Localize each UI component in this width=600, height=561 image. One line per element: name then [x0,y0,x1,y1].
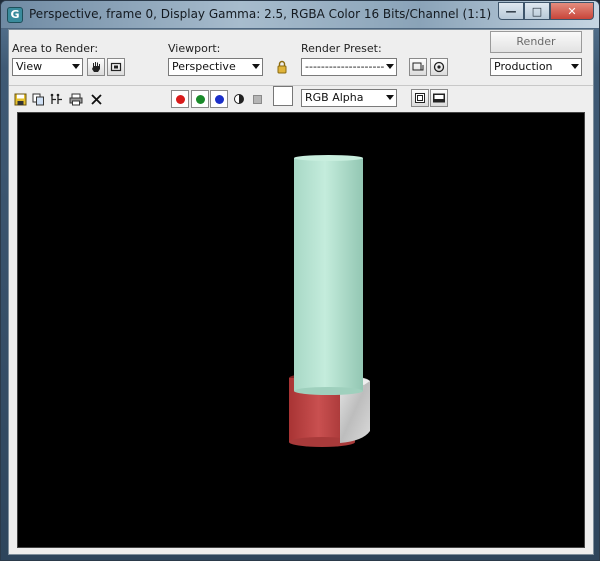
background-color-swatch[interactable] [273,86,293,106]
title-bar[interactable]: G Perspective, frame 0, Display Gamma: 2… [1,1,599,29]
chevron-down-icon [252,64,260,69]
red-channel-toggle[interactable] [171,90,189,108]
save-icon[interactable] [12,91,28,107]
rendered-scene [289,155,370,447]
render-preset-dropdown[interactable]: -------------------- [301,58,397,76]
preset-save-icon[interactable] [409,58,427,76]
chevron-down-icon [571,64,579,69]
alpha-icon[interactable] [249,91,265,107]
render-preset-value: -------------------- [305,60,385,73]
area-to-render-dropdown[interactable]: View [12,58,83,76]
channel-display-value: RGB Alpha [305,91,364,104]
blue-channel-toggle[interactable] [210,90,228,108]
channel-display-dropdown[interactable]: RGB Alpha [301,89,397,107]
toolbar-separator [9,85,593,86]
green-cylinder-bottom [294,387,363,395]
blue-channel-icon [214,94,224,104]
clear-icon[interactable] [88,91,104,107]
render-button[interactable]: Render [490,31,582,53]
viewport-value: Perspective [172,60,236,73]
window-controls: — □ ✕ [498,2,594,20]
green-channel-icon [195,94,205,104]
render-viewport[interactable] [17,112,585,548]
red-channel-icon [175,94,185,104]
production-value: Production [494,60,553,73]
area-to-render-value: View [16,60,43,73]
render-preset-label: Render Preset: [301,42,382,55]
maximize-button[interactable]: □ [524,2,550,20]
print-icon[interactable] [68,91,84,107]
render-window: G Perspective, frame 0, Display Gamma: 2… [0,0,600,561]
app-icon[interactable]: G [7,7,23,23]
display-icon[interactable] [411,89,429,107]
copy-icon[interactable] [49,91,65,107]
viewport-dropdown[interactable]: Perspective [168,58,263,76]
viewport-label: Viewport: [168,42,221,55]
green-cylinder [294,158,363,391]
chevron-down-icon [386,64,394,69]
pan-icon[interactable] [87,58,105,76]
lock-icon[interactable] [273,58,291,76]
green-channel-toggle[interactable] [191,90,209,108]
clone-icon[interactable] [30,91,46,107]
region-icon[interactable] [107,58,125,76]
production-dropdown[interactable]: Production [490,58,582,76]
minimize-button[interactable]: — [498,2,524,20]
preset-options-icon[interactable] [430,58,448,76]
window-title: Perspective, frame 0, Display Gamma: 2.5… [29,7,492,21]
green-cylinder-top [294,155,363,161]
area-to-render-label: Area to Render: [12,42,99,55]
close-button[interactable]: ✕ [550,2,594,20]
chevron-down-icon [386,95,394,100]
toggle-ui-icon[interactable] [430,89,448,107]
render-frame-client: Area to Render: Viewport: Render Preset:… [8,29,594,555]
chevron-down-icon [72,64,80,69]
mono-icon[interactable] [231,91,247,107]
